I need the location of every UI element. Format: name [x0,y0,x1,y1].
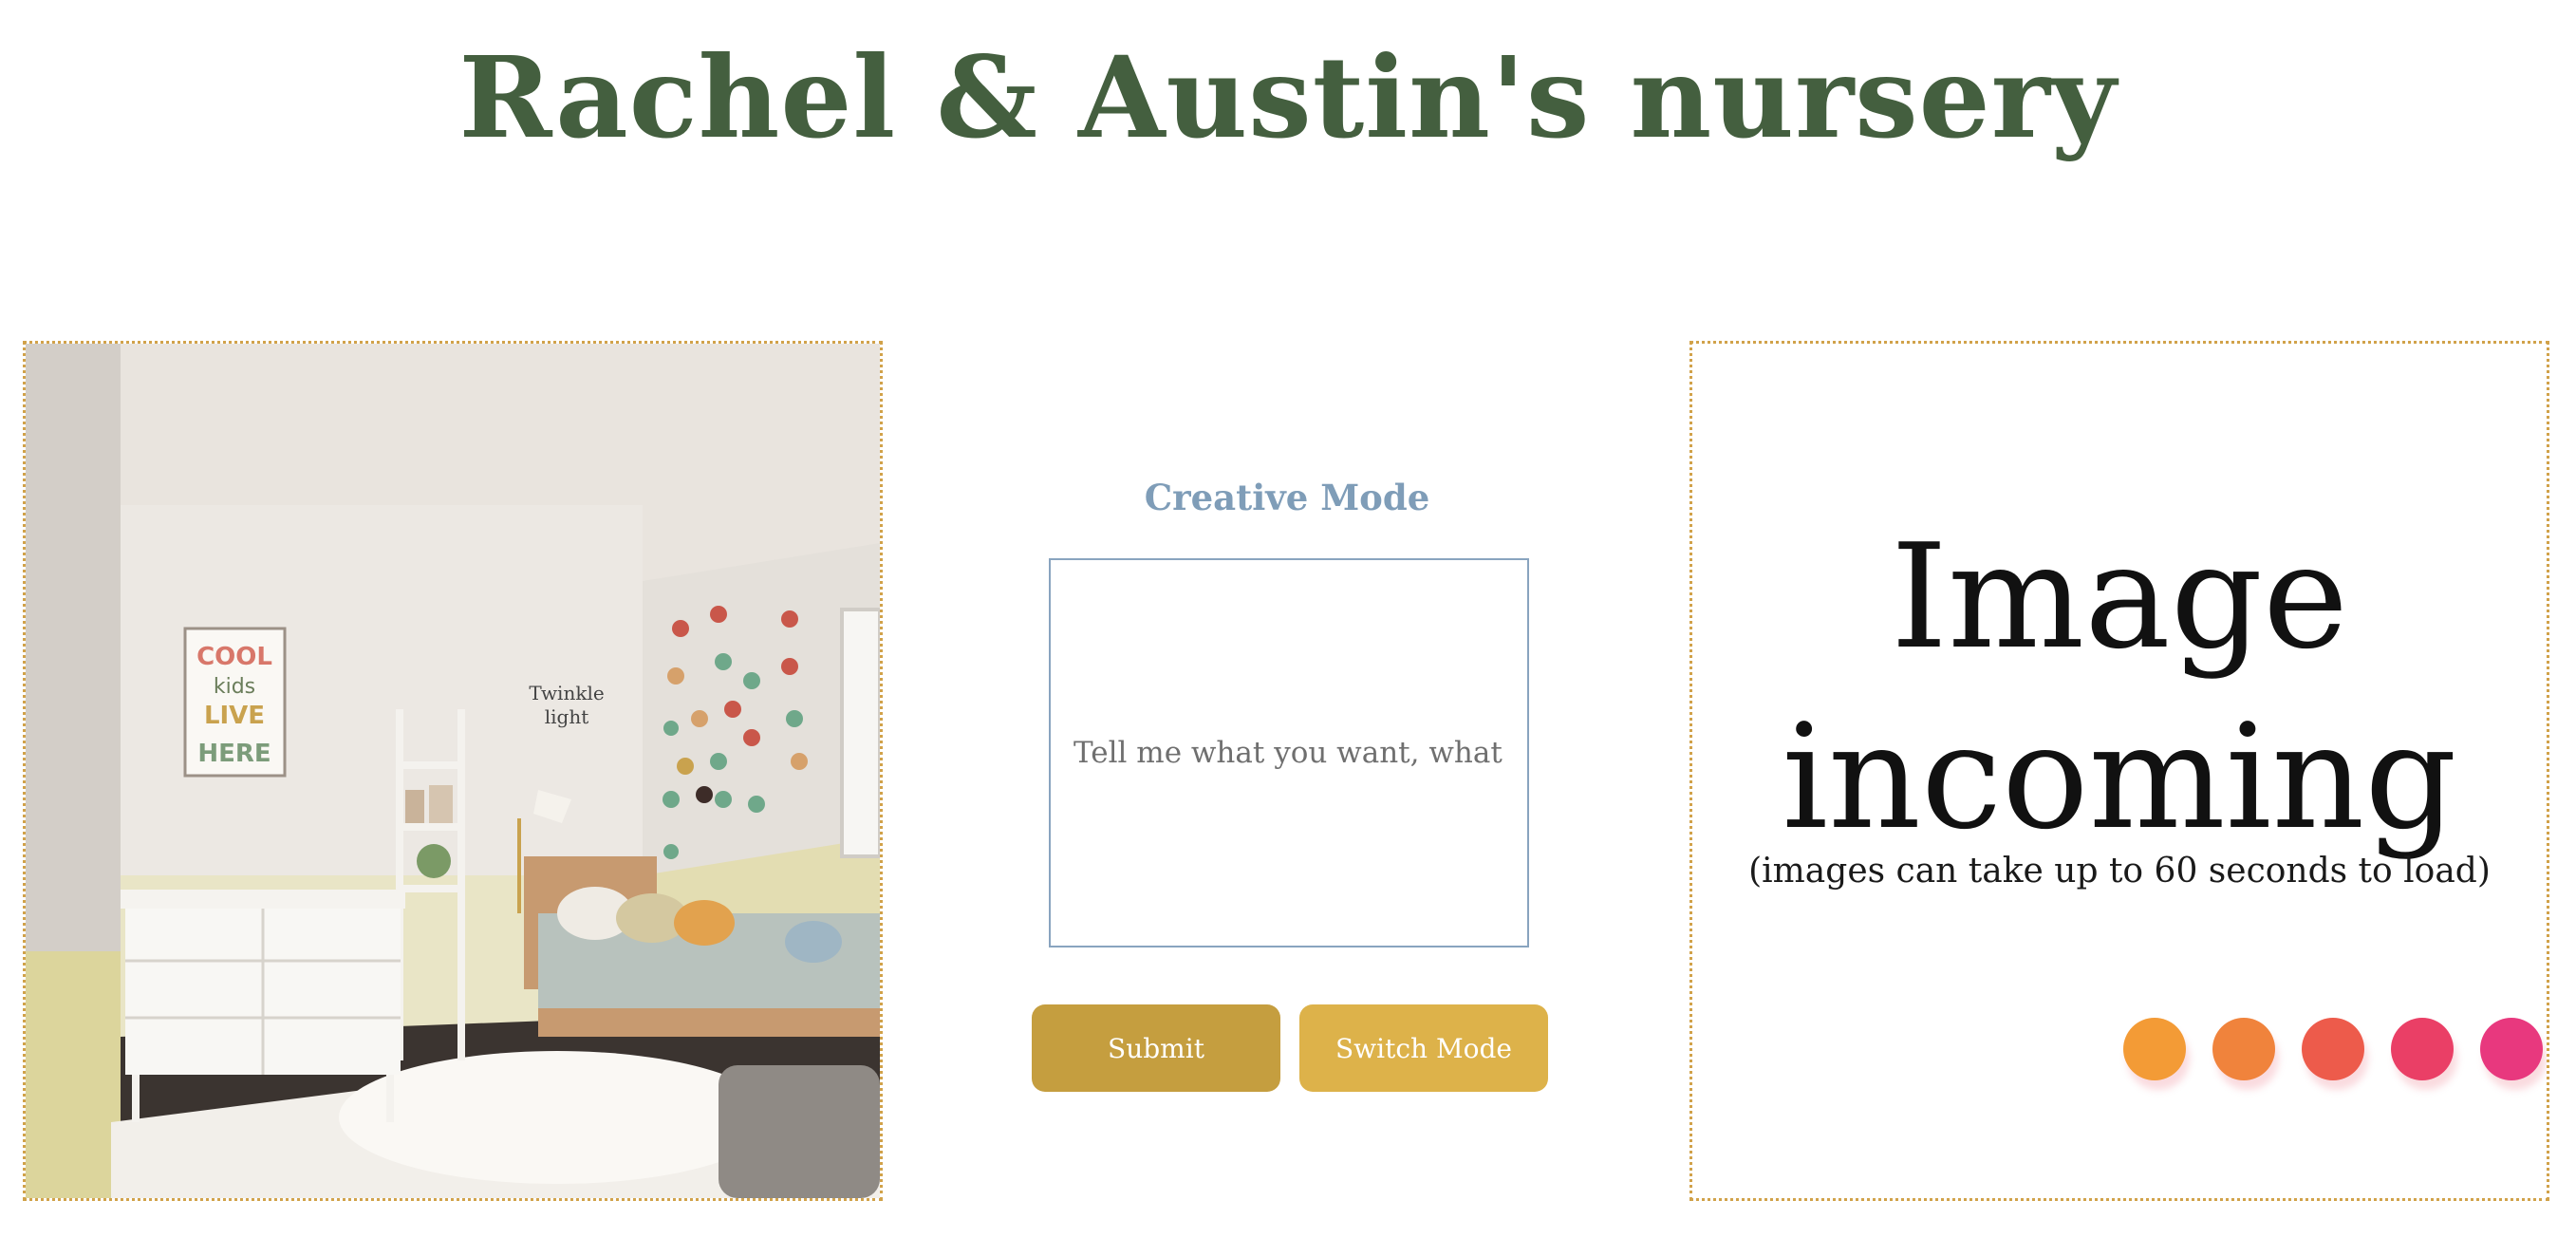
prompt-box [1049,558,1529,947]
svg-text:LIVE: LIVE [204,702,265,730]
nursery-room-photo: COOL kids LIVE HERE Twinkle light [26,344,880,1198]
loading-dot [2123,1018,2186,1080]
svg-text:light: light [545,705,589,728]
svg-text:kids: kids [214,675,255,699]
switch-mode-button[interactable]: Switch Mode [1299,1004,1548,1092]
page-title: Rachel & Austin's nursery [458,31,2118,163]
loading-dot [2391,1018,2454,1080]
submit-button[interactable]: Submit [1032,1004,1280,1092]
loading-dot [2480,1018,2543,1080]
image-incoming-title: Image incoming [1782,513,2457,861]
loading-note: (images can take up to 60 seconds to loa… [1748,852,2491,891]
svg-text:Twinkle: Twinkle [529,682,604,704]
svg-text:COOL: COOL [196,643,272,671]
source-room-image: COOL kids LIVE HERE Twinkle light [23,341,883,1201]
svg-text:HERE: HERE [197,740,271,768]
result-panel: Image incoming (images can take up to 60… [1689,341,2549,1201]
loading-dot [2212,1018,2275,1080]
prompt-input[interactable] [1051,560,1527,946]
mode-label: Creative Mode [1144,477,1430,518]
loading-dot [2302,1018,2364,1080]
